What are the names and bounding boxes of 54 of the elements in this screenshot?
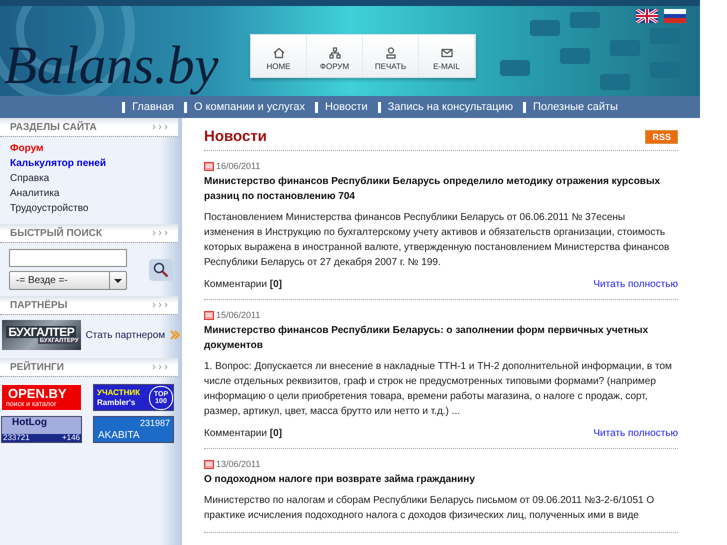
comments-link[interactable]: Комментарии [0] (204, 428, 282, 439)
sidebar-link[interactable]: Трудоустройство (10, 202, 172, 216)
header-link[interactable]: ПЕЧАТЬ (363, 35, 419, 77)
news-summary: Постановлением Министерства финансов Республики Беларусь от 06.06.2011 № 37есены изменения в Инструкцию по бухгалтерскому учету активов и обязательств организации, стоимость которых выражена в иностранной валюте, утвержденную постановлением Министерства финансов Республики Беларусь от 27 декабря 2007 г. № 199. (204, 211, 670, 270)
news-summary: 1. Вопрос: Допускается ли внесение в накладные ТТН-1 и ТН-2 дополнительной информации, в том числе отдельных реквизитов, граф и строк не предусмотренных типовыми формами? (например информацию о цели приобретения товара, времени работы магазина, о налоге с продаж, сорт, размер, артикул, цвет, масса брутто или нетто и т.д.) ... (204, 360, 673, 419)
news-title[interactable]: Министерство финансов Республики Беларусь определило методику отражения курсовых разниц по постановлению 704 (204, 174, 678, 204)
nav-link[interactable]: Полезные сайты (522, 102, 618, 112)
header-link[interactable]: HOME (251, 35, 307, 77)
page-title: Новости (204, 128, 267, 145)
nav-link[interactable]: Запись на консультацию (378, 102, 513, 112)
rating-counter-badge[interactable]: HotLog 233721 +146 (1, 416, 82, 443)
hierarchy-icon (328, 47, 340, 59)
sidebar-link[interactable]: Форум (10, 142, 172, 156)
partner-link[interactable]: Стать партнером (86, 330, 166, 340)
uk-flag-icon[interactable] (636, 9, 658, 23)
header-link[interactable]: E-MAIL (419, 35, 475, 77)
scope-dropdown[interactable]: -= Везде =- (9, 271, 127, 290)
newspaper-icon (204, 162, 214, 170)
chevrons-icon (152, 124, 168, 130)
sidebar-link[interactable]: Аналитика (10, 187, 172, 201)
news-title[interactable]: О подоходном налоге при возврате займа гражданину (204, 472, 678, 487)
nav-link[interactable]: Главная (122, 102, 174, 112)
nav-link[interactable]: О компании и услугах (184, 102, 306, 112)
news-date: 16/06/2011 (216, 161, 260, 171)
news-date: 15/06/2011 (216, 310, 260, 320)
search-field[interactable] (9, 249, 127, 267)
stamp-icon (384, 47, 396, 59)
news-title[interactable]: Министерство финансов Республики Беларусь: о заполнении форм первичных учетных документов (204, 323, 678, 353)
section-title: БЫСТРЫЙ ПОИСК (10, 228, 102, 238)
comments-link[interactable]: Комментарии [0] (204, 279, 282, 290)
home-icon (272, 47, 284, 59)
chevrons-icon (152, 230, 168, 236)
sidebar-link[interactable]: Калькулятор пеней (10, 157, 172, 171)
newspaper-icon (204, 310, 214, 320)
nav-link[interactable]: Новости (315, 102, 368, 112)
russia-flag-icon[interactable] (664, 9, 686, 23)
newspaper-icon (204, 460, 214, 468)
read-more-link[interactable]: Читать полностью (593, 428, 678, 439)
news-date: 13/06/2011 (216, 459, 260, 469)
read-more-link[interactable]: Читать полностью (593, 279, 678, 290)
mail-icon (440, 47, 452, 59)
double-chevron-icon (170, 330, 180, 340)
chevrons-icon (152, 302, 168, 308)
search-button[interactable] (149, 258, 173, 280)
search-icon (153, 262, 169, 278)
section-title: ПАРТНЁРЫ (10, 300, 68, 310)
section-title: РАЗДЕЛЫ САЙТА (10, 122, 97, 132)
header-link[interactable]: ФОРУМ (307, 35, 363, 77)
sidebar-link[interactable]: Справка (10, 172, 172, 186)
chevrons-icon (152, 364, 168, 370)
rating-counter-badge[interactable]: 231987 AKABITA (93, 416, 174, 443)
section-title: РЕЙТИНГИ (10, 362, 64, 372)
site-logo[interactable]: Balans.by (0, 38, 218, 96)
news-summary: Министерство по налогам и сборам Республики Беларусь письмом от 09.06.2011 №3-2-6/1051 О практике исчисления подоходного налога с доходов физических лиц, полученных ими в виде (204, 494, 656, 523)
